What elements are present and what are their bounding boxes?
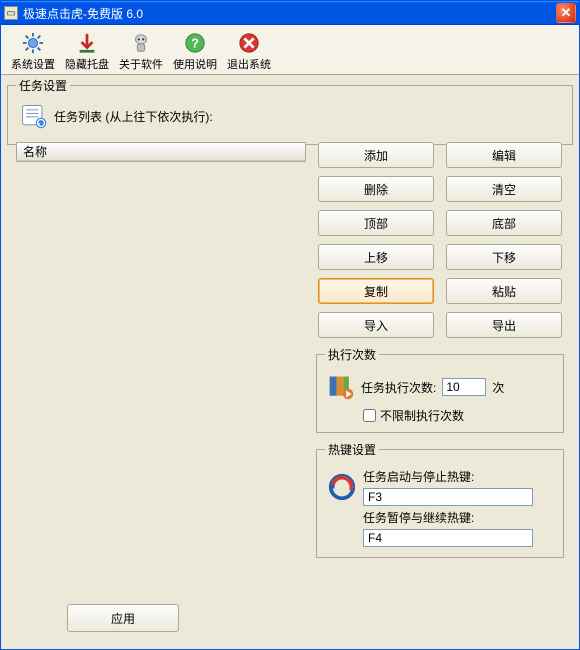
toolbar-label: 关于软件	[119, 56, 163, 72]
task-settings-legend: 任务设置	[16, 77, 70, 94]
help-icon: ?	[184, 32, 206, 54]
exec-count-input[interactable]	[442, 378, 486, 396]
add-button[interactable]: 添加	[318, 142, 434, 168]
movedown-button[interactable]: 下移	[446, 244, 562, 270]
toolbar-hide-tray[interactable]: 隐藏托盘	[61, 27, 113, 74]
toolbar-system-settings[interactable]: 系统设置	[7, 27, 59, 74]
bottom-button[interactable]: 底部	[446, 210, 562, 236]
toolbar-exit[interactable]: 退出系统	[223, 27, 275, 74]
export-button[interactable]: 导出	[446, 312, 562, 338]
toolbar-help[interactable]: ? 使用说明	[169, 27, 221, 74]
copy-button[interactable]: 复制	[318, 278, 434, 304]
top-button[interactable]: 顶部	[318, 210, 434, 236]
app-icon: ▭	[4, 6, 18, 20]
gear-icon	[22, 32, 44, 54]
hotkey-startstop-input[interactable]	[363, 488, 533, 506]
apply-button[interactable]: 应用	[67, 604, 179, 632]
edit-button[interactable]: 编辑	[446, 142, 562, 168]
import-button[interactable]: 导入	[318, 312, 434, 338]
toolbar-about[interactable]: 关于软件	[115, 27, 167, 74]
download-icon	[76, 32, 98, 54]
robot-icon	[130, 32, 152, 54]
exec-count-label: 任务执行次数:	[361, 379, 436, 396]
exec-count-legend: 执行次数	[325, 346, 379, 363]
hotkey-pause-input[interactable]	[363, 529, 533, 547]
hotkey-legend: 热键设置	[325, 441, 379, 458]
paste-button[interactable]: 粘贴	[446, 278, 562, 304]
svg-text:?: ?	[191, 35, 199, 50]
toolbar-label: 退出系统	[227, 56, 271, 72]
window-title: 极速点击虎-免费版 6.0	[23, 5, 556, 22]
toolbar-label: 系统设置	[11, 56, 55, 72]
toolbar-label: 隐藏托盘	[65, 56, 109, 72]
task-list-column-header[interactable]: 名称	[16, 142, 306, 161]
client-area: 任务设置 任务列表 (从上往下依次执行): 名称 添加 编辑	[7, 77, 573, 643]
toolbar: 系统设置 隐藏托盘 关于软件 ? 使用说明 退出系统	[1, 25, 579, 75]
exec-count-group: 执行次数 任务执行次数: 次 不限制执行次数	[316, 346, 564, 433]
footer: 应用	[7, 593, 573, 643]
exit-icon	[238, 32, 260, 54]
close-button[interactable]: ✕	[556, 3, 576, 23]
unlimited-label[interactable]: 不限制执行次数	[380, 407, 464, 424]
task-list-header: 任务列表 (从上往下依次执行):	[20, 102, 564, 130]
titlebar: ▭ 极速点击虎-免费版 6.0 ✕	[1, 1, 579, 25]
moveup-button[interactable]: 上移	[318, 244, 434, 270]
exec-icon	[327, 373, 355, 401]
app-window: ▭ 极速点击虎-免费版 6.0 ✕ 系统设置 隐藏托盘 关于软件 ?	[0, 0, 580, 650]
task-list-caption: 任务列表 (从上往下依次执行):	[54, 108, 213, 125]
unlimited-checkbox[interactable]	[363, 409, 376, 422]
hotkey-pause-label: 任务暂停与继续热键:	[363, 509, 555, 526]
hotkey-group: 热键设置 任务启动与停止热键: 任务暂停与继续热键:	[316, 441, 564, 558]
clear-button[interactable]: 清空	[446, 176, 562, 202]
toolbar-label: 使用说明	[173, 56, 217, 72]
task-settings-group: 任务设置 任务列表 (从上往下依次执行): 名称 添加 编辑	[7, 77, 573, 145]
task-listbox[interactable]	[16, 161, 306, 162]
hotkey-icon	[327, 472, 357, 502]
delete-button[interactable]: 删除	[318, 176, 434, 202]
exec-count-unit: 次	[492, 379, 504, 396]
hotkey-startstop-label: 任务启动与停止热键:	[363, 468, 555, 485]
task-buttons: 添加 编辑 删除 清空 顶部 底部 上移 下移 复制 粘贴 导入 导出	[316, 142, 564, 338]
tasklist-icon	[20, 102, 48, 130]
